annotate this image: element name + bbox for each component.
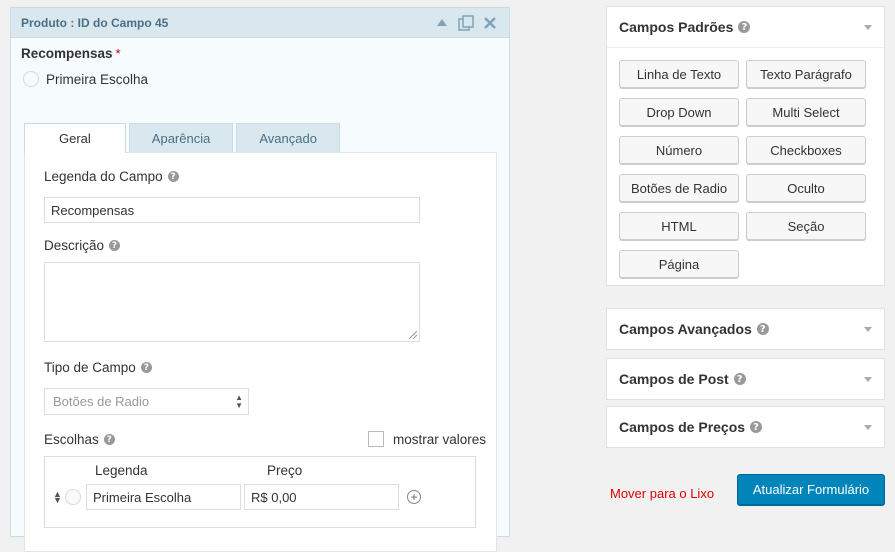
advanced-fields-title-row: Campos Avançados ? xyxy=(619,321,864,337)
help-icon[interactable]: ? xyxy=(756,323,769,335)
preview-choice-label: Primeira Escolha xyxy=(46,71,149,87)
post-fields-header[interactable]: Campos de Post ? xyxy=(607,359,884,399)
help-icon[interactable]: ? xyxy=(109,240,121,251)
pricing-fields-panel: Campos de Preços ? xyxy=(606,406,885,448)
field-preview: Recompensas * Primeira Escolha xyxy=(11,38,509,87)
post-fields-title: Campos de Post xyxy=(619,371,729,387)
resize-grip-icon[interactable] xyxy=(409,331,417,339)
standard-fields-buttons: Linha de Texto Texto Parágrafo Drop Down… xyxy=(607,47,884,285)
tab-aparencia[interactable]: Aparência xyxy=(128,123,234,152)
show-values-label: mostrar valores xyxy=(392,431,486,447)
choice-label-input[interactable]: Primeira Escolha xyxy=(86,484,241,510)
help-icon[interactable]: ? xyxy=(750,421,763,433)
standard-fields-panel: Campos Padrões ? Linha de Texto Texto Pa… xyxy=(606,6,885,286)
description-label: Descrição xyxy=(44,238,105,253)
update-form-button[interactable]: Atualizar Formulário xyxy=(737,474,885,505)
move-to-trash-link[interactable]: Mover para o Lixo xyxy=(610,486,714,501)
description-textarea[interactable] xyxy=(44,262,420,342)
pricing-fields-title-row: Campos de Preços ? xyxy=(619,419,864,435)
choices-col-price: Preço xyxy=(267,463,303,478)
field-type-value: Botões de Radio xyxy=(53,394,150,409)
choices-label-row: Escolhas ? xyxy=(44,432,115,447)
chevron-down-icon[interactable] xyxy=(864,376,872,382)
pricing-fields-header[interactable]: Campos de Preços ? xyxy=(607,407,884,447)
add-number-button[interactable]: Número xyxy=(619,136,739,164)
sort-handle-icon[interactable]: ▲ ▼ xyxy=(53,490,63,505)
add-dropdown-button[interactable]: Drop Down xyxy=(619,98,739,126)
description-label-row: Descrição ? xyxy=(44,238,121,253)
collapse-icon[interactable] xyxy=(433,14,451,32)
choices-editor: Legenda Preço ▲ ▼ Primeira Escolha R$ 0,0… xyxy=(44,456,476,528)
help-icon[interactable]: ? xyxy=(103,434,115,445)
preview-label: Recompensas xyxy=(21,46,113,61)
required-mark: * xyxy=(115,46,121,61)
add-hidden-button[interactable]: Oculto xyxy=(746,174,866,202)
field-type-label-row: Tipo de Campo ? xyxy=(44,360,152,375)
add-radio-button[interactable]: Botões de Radio xyxy=(619,174,739,202)
choice-row: ▲ ▼ Primeira Escolha R$ 0,00 + xyxy=(53,484,421,510)
show-values-checkbox[interactable] xyxy=(367,431,384,447)
post-fields-panel: Campos de Post ? xyxy=(606,358,885,400)
chevron-down-icon[interactable] xyxy=(864,24,872,30)
choices-label: Escolhas xyxy=(44,432,99,447)
caption-label-row: Legenda do Campo ? xyxy=(44,169,179,184)
help-icon[interactable]: ? xyxy=(733,373,746,385)
standard-fields-title-row: Campos Padrões ? xyxy=(619,19,864,35)
tab-geral[interactable]: Geral xyxy=(24,123,126,153)
standard-fields-header[interactable]: Campos Padrões ? xyxy=(607,7,884,47)
preview-radio[interactable] xyxy=(23,71,39,87)
field-header-title: Produto : ID do Campo 45 xyxy=(21,15,169,30)
field-type-label: Tipo de Campo xyxy=(44,360,136,375)
choices-col-legend: Legenda xyxy=(95,463,148,478)
preview-label-row: Recompensas * xyxy=(21,46,499,61)
help-icon[interactable]: ? xyxy=(140,362,152,373)
add-text-field-button[interactable]: Linha de Texto xyxy=(619,60,739,88)
help-icon[interactable]: ? xyxy=(738,21,751,33)
add-checkboxes-button[interactable]: Checkboxes xyxy=(746,136,866,164)
show-values-toggle[interactable]: mostrar valores xyxy=(367,431,486,447)
tab-panel-geral: Legenda do Campo ? Descrição ? Tipo de C… xyxy=(24,152,497,552)
advanced-fields-header[interactable]: Campos Avançados ? xyxy=(607,309,884,349)
caption-label: Legenda do Campo xyxy=(44,169,163,184)
help-icon[interactable]: ? xyxy=(167,171,179,182)
add-multiselect-button[interactable]: Multi Select xyxy=(746,98,866,126)
advanced-fields-title: Campos Avançados xyxy=(619,321,752,337)
chevron-down-icon[interactable] xyxy=(864,424,872,430)
caption-input[interactable] xyxy=(44,197,420,223)
select-arrows-icon: ▲ ▼ xyxy=(235,393,243,410)
choice-default-radio[interactable] xyxy=(65,489,81,505)
add-paragraph-button[interactable]: Texto Parágrafo xyxy=(746,60,866,88)
field-editor: Produto : ID do Campo 45 Recompensas * Pr… xyxy=(10,7,510,552)
add-html-button[interactable]: HTML xyxy=(619,212,739,240)
pricing-fields-title: Campos de Preços xyxy=(619,419,746,435)
advanced-fields-panel: Campos Avançados ? xyxy=(606,308,885,350)
add-choice-icon[interactable]: + xyxy=(407,490,421,504)
settings-tabs: Geral Aparência Avançado xyxy=(24,123,343,153)
preview-choice: Primeira Escolha xyxy=(23,71,499,87)
chevron-down-icon[interactable] xyxy=(864,326,872,332)
field-type-select[interactable]: Botões de Radio ▲ ▼ xyxy=(44,388,249,415)
post-fields-title-row: Campos de Post ? xyxy=(619,371,864,387)
delete-icon[interactable] xyxy=(481,14,499,32)
standard-fields-title: Campos Padrões xyxy=(619,19,734,35)
add-page-button[interactable]: Página xyxy=(619,250,739,278)
duplicate-icon[interactable] xyxy=(457,14,475,32)
tab-avancado[interactable]: Avançado xyxy=(236,123,340,152)
field-header[interactable]: Produto : ID do Campo 45 xyxy=(11,8,509,38)
choice-price-input[interactable]: R$ 0,00 xyxy=(244,484,399,510)
add-section-button[interactable]: Seção xyxy=(746,212,866,240)
